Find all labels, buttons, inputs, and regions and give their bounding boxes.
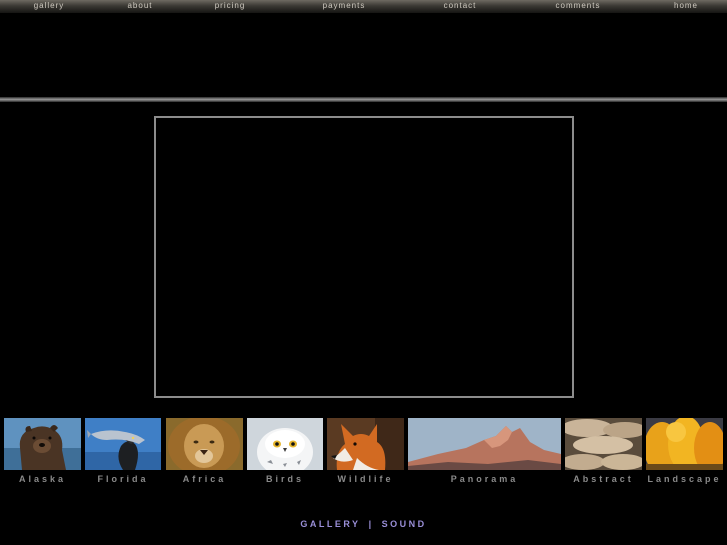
thumbnail-alaska[interactable] (4, 418, 81, 470)
thumbnail-label-panorama[interactable]: Panorama (408, 474, 561, 484)
header-divider (0, 97, 727, 102)
thumbnail-abstract[interactable] (565, 418, 642, 470)
thumbnail-birds[interactable] (247, 418, 323, 470)
lion-image (166, 418, 243, 470)
thumbnail-panorama[interactable] (408, 418, 561, 470)
thumbnail-label-alaska[interactable]: Alaska (4, 474, 81, 484)
gallery-link[interactable]: GALLERY (300, 519, 360, 529)
image-viewer (154, 116, 574, 398)
thumbnail-label-abstract[interactable]: Abstract (565, 474, 642, 484)
nav-comments[interactable]: comments (556, 0, 601, 11)
top-nav-bar: gallery about pricing payments contact c… (0, 0, 727, 13)
bottom-nav-separator: | (368, 519, 374, 529)
mountain-image (408, 418, 561, 470)
thumbnail-label-florida[interactable]: Florida (85, 474, 161, 484)
sound-link[interactable]: SOUND (382, 519, 427, 529)
fox-image (327, 418, 404, 470)
thumbnail-wildlife[interactable] (327, 418, 404, 470)
owl-image (247, 418, 323, 470)
bear-image (4, 418, 81, 470)
nav-gallery[interactable]: gallery (34, 0, 65, 11)
stones-image (565, 418, 642, 470)
thumbnail-label-africa[interactable]: Africa (166, 474, 243, 484)
thumbnail-label-birds[interactable]: Birds (247, 474, 323, 484)
bottom-nav: GALLERY | SOUND (0, 518, 727, 530)
nav-pricing[interactable]: pricing (215, 0, 246, 11)
thumbnail-label-landscape[interactable]: Landscape (646, 474, 723, 484)
bird-fish-image (85, 418, 161, 470)
thumbnail-label-wildlife[interactable]: Wildlife (327, 474, 404, 484)
autumn-trees-image (646, 418, 723, 470)
nav-payments[interactable]: payments (323, 0, 366, 11)
nav-home[interactable]: home (674, 0, 698, 11)
nav-contact[interactable]: contact (444, 0, 477, 11)
thumbnail-africa[interactable] (166, 418, 243, 470)
nav-about[interactable]: about (127, 0, 152, 11)
thumbnail-florida[interactable] (85, 418, 161, 470)
thumbnail-landscape[interactable] (646, 418, 723, 470)
